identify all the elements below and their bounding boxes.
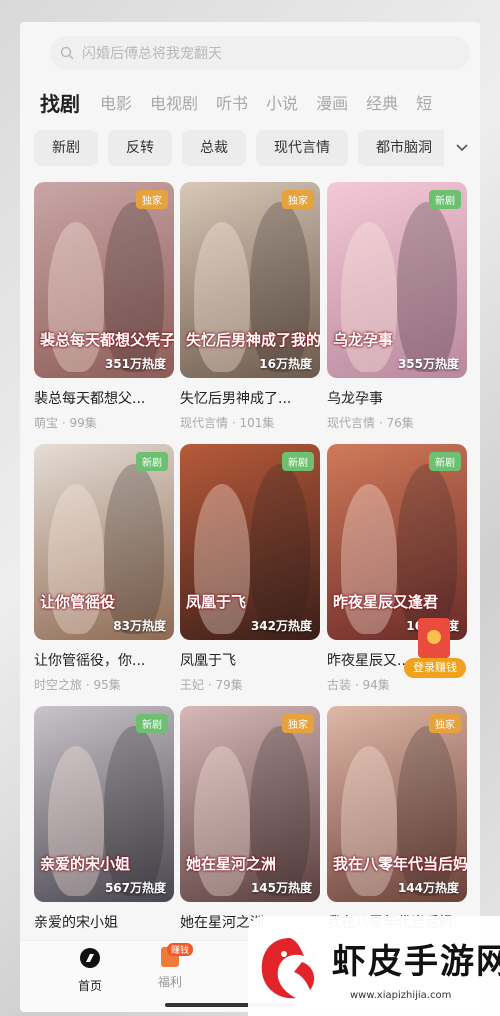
drama-poster[interactable]: 昨夜星辰又逢君新剧16万热度 xyxy=(327,444,467,640)
drama-badge: 新剧 xyxy=(282,452,314,471)
tab-movie[interactable]: 电影 xyxy=(100,92,132,116)
drama-badge: 新剧 xyxy=(429,452,461,471)
drama-poster[interactable]: 她在星河之洲 独家 145万热度 xyxy=(180,706,320,902)
drama-heat: 83万热度 xyxy=(113,619,166,633)
drama-title[interactable]: 亲爱的宋小姐 xyxy=(34,912,174,932)
drama-badge: 独家 xyxy=(429,714,461,733)
drama-title[interactable]: 让你管徭役，你... xyxy=(34,650,174,670)
watermark: 虾皮手游网 www.xiapizhijia.com xyxy=(248,916,500,1016)
drama-poster[interactable]: 让你管徭役 新剧 83万热度 xyxy=(34,444,174,640)
tag-urban-fantasy[interactable]: 都市脑洞 xyxy=(358,130,450,166)
drama-title[interactable]: 乌龙孕事 xyxy=(327,388,467,408)
drama-heat: 16万热度 xyxy=(259,357,312,371)
drama-badge: 新剧 xyxy=(136,452,168,471)
category-tabs: 找剧 电影 电视剧 听书 小说 漫画 经典 短 xyxy=(40,86,450,116)
tab-novel[interactable]: 小说 xyxy=(266,92,298,116)
tab-find-drama[interactable]: 找剧 xyxy=(40,92,80,116)
nav-welfare[interactable]: 赚钱 福利 xyxy=(130,943,210,990)
drama-card[interactable]: 让你管徭役 新剧 83万热度让你管徭役，你... 时空之旅 · 95集 xyxy=(34,444,174,693)
drama-badge: 独家 xyxy=(136,190,168,209)
poster-title-art: 裴总每天都想父凭子贵 xyxy=(40,331,174,349)
poster-title-art: 昨夜星辰又逢君 xyxy=(333,593,439,611)
drama-title[interactable]: 失忆后男神成了... xyxy=(180,388,320,408)
drama-poster[interactable]: 亲爱的宋小姐 新剧 567万热度 xyxy=(34,706,174,902)
drama-card[interactable]: 失忆后男神成了我的 独家 16万热度失忆后男神成了... 现代言情 · 101集 xyxy=(180,182,320,431)
drama-title[interactable]: 凤凰于飞 xyxy=(180,650,320,670)
welfare-badge: 赚钱 xyxy=(167,943,194,956)
search-bar[interactable]: 闪婚后傅总将我宠翻天 xyxy=(50,36,470,70)
drama-card[interactable]: 亲爱的宋小姐 新剧 567万热度 亲爱的宋小姐 xyxy=(34,706,174,938)
drama-card[interactable]: 裴总每天都想父凭子贵 独家 351万热度裴总每天都想父... 萌宝 · 99集 xyxy=(34,182,174,431)
login-reward-label: 登录赚钱 xyxy=(404,658,466,678)
poster-title-art: 亲爱的宋小姐 xyxy=(40,855,131,873)
expand-tags-button[interactable] xyxy=(444,130,480,166)
drama-badge: 新剧 xyxy=(429,190,461,209)
shrimp-logo-icon xyxy=(261,938,315,999)
drama-card[interactable]: 她在星河之洲 独家 145万热度 她在星河之洲 xyxy=(180,706,320,938)
home-compass-icon xyxy=(80,948,100,968)
tab-short[interactable]: 短 xyxy=(416,92,432,116)
tag-twist[interactable]: 反转 xyxy=(108,130,172,166)
tag-chips: 新剧 反转 总裁 现代言情 都市脑洞 xyxy=(34,130,480,166)
tab-classic[interactable]: 经典 xyxy=(366,92,398,116)
drama-meta: 现代言情 · 76集 xyxy=(327,416,414,430)
poster-figure xyxy=(250,464,310,634)
nav-welfare-label: 福利 xyxy=(157,975,182,989)
drama-heat: 355万热度 xyxy=(397,357,459,371)
watermark-title: 虾皮手游网 xyxy=(332,942,500,982)
poster-title-art: 失忆后男神成了我的 xyxy=(186,331,320,349)
poster-figure xyxy=(397,202,457,372)
drama-badge: 独家 xyxy=(282,714,314,733)
drama-badge: 独家 xyxy=(282,190,314,209)
drama-card[interactable]: 我在八零年代当后妈 独家 144万热度我在八零年代当后妈 xyxy=(327,706,467,938)
search-icon xyxy=(60,46,74,60)
poster-title-art: 我在八零年代当后妈 xyxy=(333,855,467,873)
tag-new[interactable]: 新剧 xyxy=(34,130,98,166)
drama-poster[interactable]: 乌龙孕事 新剧 355万热度 xyxy=(327,182,467,378)
nav-home-label: 首页 xyxy=(77,979,102,993)
nav-home[interactable]: 首页 xyxy=(50,947,130,994)
drama-heat: 351万热度 xyxy=(104,357,166,371)
drama-heat: 145万热度 xyxy=(250,881,312,895)
tab-audiobook[interactable]: 听书 xyxy=(216,92,248,116)
watermark-url: www.xiapizhijia.com xyxy=(350,990,452,1001)
drama-heat: 342万热度 xyxy=(250,619,312,633)
drama-badge: 新剧 xyxy=(136,714,168,733)
poster-title-art: 让你管徭役 xyxy=(40,593,116,611)
drama-card[interactable]: 凤凰于飞 新剧 342万热度 凤凰于飞 王妃 · 79集 xyxy=(180,444,320,693)
poster-title-art: 她在星河之洲 xyxy=(186,855,277,873)
poster-title-art: 凤凰于飞 xyxy=(186,593,247,611)
drama-title[interactable]: 裴总每天都想父... xyxy=(34,388,174,408)
login-reward-float[interactable]: 登录赚钱 xyxy=(404,618,466,682)
search-placeholder: 闪婚后傅总将我宠翻天 xyxy=(82,46,222,62)
tag-ceo[interactable]: 总裁 xyxy=(182,130,246,166)
drama-heat: 144万热度 xyxy=(397,881,459,895)
drama-card[interactable]: 乌龙孕事 新剧 355万热度 乌龙孕事 现代言情 · 76集 xyxy=(327,182,467,431)
tab-comic[interactable]: 漫画 xyxy=(316,92,348,116)
drama-heat: 567万热度 xyxy=(104,881,166,895)
drama-meta: 王妃 · 79集 xyxy=(180,678,243,692)
drama-poster[interactable]: 失忆后男神成了我的 独家 16万热度 xyxy=(180,182,320,378)
app-screen: 闪婚后傅总将我宠翻天 找剧 电影 电视剧 听书 小说 漫画 经典 短 新剧 反转… xyxy=(20,22,480,1012)
drama-meta: 时空之旅 · 95集 xyxy=(34,678,121,692)
tab-tv-series[interactable]: 电视剧 xyxy=(150,92,198,116)
drama-meta: 萌宝 · 99集 xyxy=(34,416,97,430)
drama-poster[interactable]: 我在八零年代当后妈 独家 144万热度 xyxy=(327,706,467,902)
drama-poster[interactable]: 凤凰于飞 新剧 342万热度 xyxy=(180,444,320,640)
poster-title-art: 乌龙孕事 xyxy=(333,331,394,349)
drama-poster[interactable]: 裴总每天都想父凭子贵 独家 351万热度 xyxy=(34,182,174,378)
chevron-down-icon xyxy=(456,144,468,152)
coin-icon xyxy=(427,630,441,644)
drama-meta: 现代言情 · 101集 xyxy=(180,416,275,430)
tag-modern-romance[interactable]: 现代言情 xyxy=(256,130,348,166)
